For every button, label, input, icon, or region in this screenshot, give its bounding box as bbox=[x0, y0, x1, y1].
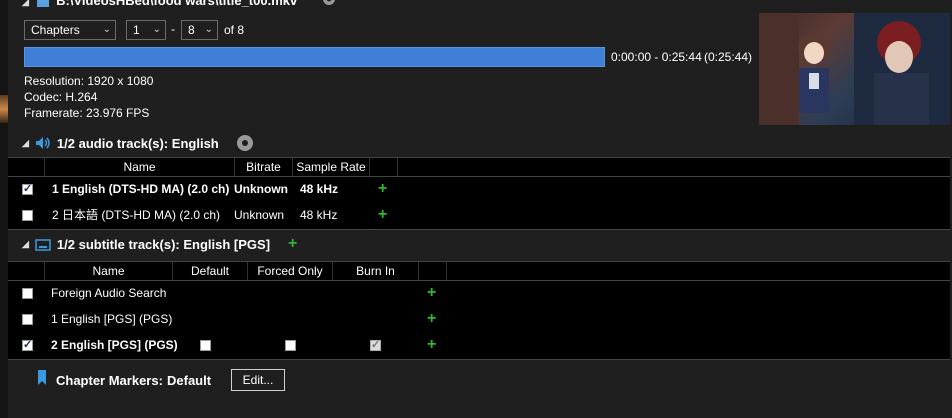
audio-col-add bbox=[370, 158, 398, 176]
audio-track-row[interactable]: 2 日本語 (DTS-HD MA) (2.0 ch) Unknown 48 kH… bbox=[8, 202, 950, 228]
subtitle-col-burn-in[interactable]: Burn In bbox=[333, 262, 419, 280]
video-file-icon bbox=[36, 0, 49, 7]
audio-col-bitrate[interactable]: Bitrate bbox=[235, 158, 293, 176]
source-path: B:\VideosHBed\food wars\title_t00.mkv bbox=[56, 0, 298, 8]
audio-track-row[interactable]: 1 English (DTS-HD MA) (2.0 ch) Unknown 4… bbox=[8, 176, 950, 202]
range-separator: - bbox=[171, 22, 175, 36]
left-edge-panel bbox=[0, 0, 8, 418]
burn-in-checkbox[interactable] bbox=[370, 338, 381, 351]
speaker-icon bbox=[35, 137, 50, 149]
resolution-info: Resolution: 1920 x 1080 bbox=[24, 74, 154, 88]
subtitle-track-table: Name Default Forced Only Burn In Foreign… bbox=[8, 261, 950, 359]
range-total: of 8 bbox=[224, 23, 245, 37]
preview-thumbnail[interactable] bbox=[759, 13, 950, 125]
subtitle-track-row[interactable]: 1 English [PGS] (PGS) + bbox=[8, 306, 950, 332]
audio-table-header: Name Bitrate Sample Rate bbox=[8, 158, 950, 177]
chevron-down-icon: ⌄ bbox=[102, 24, 111, 35]
audio-col-name[interactable]: Name bbox=[45, 158, 235, 176]
left-thumbnail-fragment bbox=[0, 95, 8, 123]
subtitle-section-header[interactable]: ◢ 1/2 subtitle track(s): English [PGS] + bbox=[22, 236, 297, 252]
audio-col-sample-rate[interactable]: Sample Rate bbox=[293, 158, 370, 176]
subtitle-track-checkbox[interactable] bbox=[22, 338, 33, 351]
audio-track-sample-rate: 48 kHz bbox=[300, 182, 339, 196]
duration-total: (0:25:44) bbox=[704, 50, 753, 64]
time-range: 0:00:00 - 0:25:44 bbox=[611, 50, 702, 64]
chevron-down-icon: ⌄ bbox=[152, 24, 161, 35]
collapse-triangle-icon[interactable]: ◢ bbox=[22, 0, 29, 7]
add-icon[interactable]: + bbox=[378, 181, 387, 197]
chevron-down-icon: ⌄ bbox=[204, 24, 213, 35]
subtitle-col-name[interactable]: Name bbox=[45, 262, 173, 280]
add-icon[interactable]: + bbox=[427, 337, 436, 353]
subtitle-track-checkbox[interactable] bbox=[22, 288, 33, 299]
codec-info: Codec: H.264 bbox=[24, 90, 98, 104]
subtitle-summary: 1/2 subtitle track(s): English [PGS] bbox=[56, 236, 271, 252]
range-end-value: 8 bbox=[188, 23, 195, 37]
audio-track-name: 2 日本語 (DTS-HD MA) (2.0 ch) bbox=[52, 208, 221, 222]
subtitle-icon bbox=[35, 239, 51, 251]
chapter-markers-label: Chapter Markers: bbox=[56, 373, 163, 388]
subtitle-col-add bbox=[419, 262, 447, 280]
add-icon[interactable]: + bbox=[427, 285, 436, 301]
add-icon[interactable]: + bbox=[378, 207, 387, 223]
subtitle-track-name: 2 English [PGS] (PGS) bbox=[51, 338, 178, 352]
audio-col-select bbox=[8, 158, 45, 176]
subtitle-col-default[interactable]: Default bbox=[173, 262, 248, 280]
audio-track-checkbox[interactable] bbox=[22, 182, 33, 195]
range-end-select[interactable]: 8 ⌄ bbox=[181, 20, 218, 40]
subtitle-col-select bbox=[8, 262, 45, 280]
audio-track-bitrate: Unknown bbox=[234, 208, 285, 222]
audio-track-sample-rate: 48 kHz bbox=[300, 208, 338, 222]
divider bbox=[8, 229, 950, 230]
add-subtitle-icon[interactable]: + bbox=[288, 236, 297, 252]
collapse-triangle-icon[interactable]: ◢ bbox=[22, 138, 29, 149]
preview-image bbox=[759, 13, 950, 125]
subtitle-track-name: 1 English [PGS] (PGS) bbox=[51, 312, 173, 326]
audio-section-header[interactable]: ◢ 1/2 audio track(s): English bbox=[22, 133, 255, 153]
range-start-select[interactable]: 1 ⌄ bbox=[126, 20, 166, 40]
range-mode-select[interactable]: Chapters ⌄ bbox=[24, 20, 116, 40]
audio-track-name: 1 English (DTS-HD MA) (2.0 ch) bbox=[52, 182, 230, 196]
audio-track-checkbox[interactable] bbox=[22, 210, 33, 221]
subtitle-col-forced-only[interactable]: Forced Only bbox=[248, 262, 333, 280]
subtitle-track-row[interactable]: Foreign Audio Search + bbox=[8, 280, 950, 306]
audio-gear-icon[interactable] bbox=[235, 133, 255, 153]
audio-summary: 1/2 audio track(s): English bbox=[56, 135, 219, 151]
source-title-row: ◢ B:\VideosHBed\food wars\title_t00.mkv bbox=[22, 0, 297, 8]
source-gear-icon[interactable] bbox=[319, 0, 339, 9]
divider bbox=[8, 359, 950, 360]
chapter-edit-button[interactable]: Edit... bbox=[231, 369, 285, 391]
audio-track-bitrate: Unknown bbox=[234, 182, 288, 196]
add-icon[interactable]: + bbox=[427, 311, 436, 327]
default-checkbox[interactable] bbox=[200, 340, 211, 351]
audio-track-table: Name Bitrate Sample Rate 1 English (DTS-… bbox=[8, 157, 950, 229]
subtitle-track-name: Foreign Audio Search bbox=[51, 286, 167, 300]
duration-bar bbox=[24, 47, 605, 67]
chapter-markers-value: Default bbox=[167, 373, 212, 388]
framerate-info: Framerate: 23.976 FPS bbox=[24, 106, 150, 120]
subtitle-table-header: Name Default Forced Only Burn In bbox=[8, 262, 950, 281]
range-mode-value: Chapters bbox=[31, 23, 80, 37]
range-start-value: 1 bbox=[133, 23, 140, 37]
subtitle-track-row[interactable]: 2 English [PGS] (PGS) + bbox=[8, 332, 950, 358]
bookmark-icon bbox=[38, 370, 46, 385]
collapse-triangle-icon[interactable]: ◢ bbox=[22, 239, 29, 250]
subtitle-track-checkbox[interactable] bbox=[22, 314, 33, 325]
forced-only-checkbox[interactable] bbox=[285, 340, 296, 351]
